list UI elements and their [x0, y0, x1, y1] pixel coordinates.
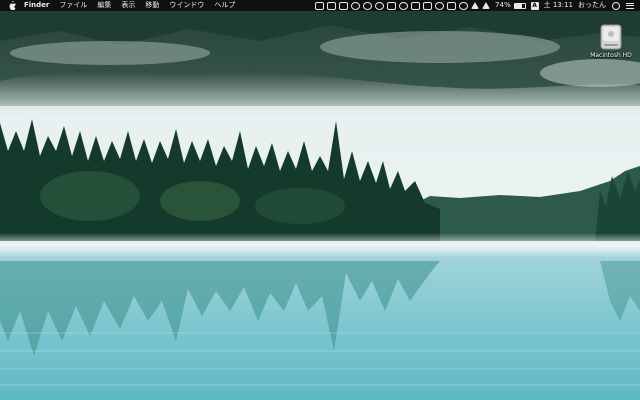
- menu-window[interactable]: ウインドウ: [169, 0, 204, 11]
- chat-icon[interactable]: [339, 1, 349, 10]
- battery-icon[interactable]: [513, 2, 526, 9]
- macintosh-hd-icon[interactable]: Macintosh HD: [589, 24, 633, 59]
- user-name-menu[interactable]: おったん: [578, 0, 606, 11]
- menu-clock[interactable]: 土 13:11: [544, 0, 573, 11]
- menu-bar-status: 74% A 土 13:11 おったん: [312, 0, 640, 11]
- display-icon[interactable]: [315, 1, 325, 10]
- eye-icon[interactable]: [435, 1, 445, 10]
- battery-percent[interactable]: 74%: [495, 0, 511, 11]
- copy-icon[interactable]: [423, 1, 433, 10]
- menu-bar: Finder ファイル 編集 表示 移動 ウインドウ ヘルプ 74% A 土 1…: [0, 0, 640, 11]
- wifi-icon[interactable]: [482, 2, 491, 9]
- menu-edit[interactable]: 編集: [97, 0, 111, 11]
- camera-icon[interactable]: [447, 1, 457, 10]
- menu-go[interactable]: 移動: [145, 0, 159, 11]
- spotlight-search-icon[interactable]: [612, 1, 620, 10]
- desktop[interactable]: Macintosh HD: [0, 11, 640, 400]
- wallpaper: [0, 11, 640, 400]
- box-icon[interactable]: [411, 1, 421, 10]
- menu-bar-left: Finder ファイル 編集 表示 移動 ウインドウ ヘルプ: [0, 0, 245, 11]
- menu-finder[interactable]: Finder: [24, 0, 49, 11]
- battery-fill: [514, 3, 522, 8]
- time-machine-icon[interactable]: [459, 1, 469, 10]
- menu-view[interactable]: 表示: [121, 0, 135, 11]
- text-icon[interactable]: [327, 1, 337, 10]
- notification-center-icon[interactable]: [626, 1, 634, 10]
- cloud-icon[interactable]: [399, 1, 409, 10]
- hard-drive-icon: [600, 24, 622, 50]
- menu-help[interactable]: ヘルプ: [214, 0, 235, 11]
- input-source-indicator[interactable]: A: [530, 1, 539, 10]
- apple-menu-icon[interactable]: [8, 1, 17, 10]
- clipboard-icon[interactable]: [387, 1, 397, 10]
- d-icon[interactable]: [375, 1, 385, 10]
- drive-label: Macintosh HD: [590, 52, 632, 59]
- info-icon[interactable]: [363, 1, 373, 10]
- menu-file[interactable]: ファイル: [59, 0, 87, 11]
- bluetooth-icon[interactable]: [471, 2, 480, 9]
- s-icon[interactable]: [351, 1, 361, 10]
